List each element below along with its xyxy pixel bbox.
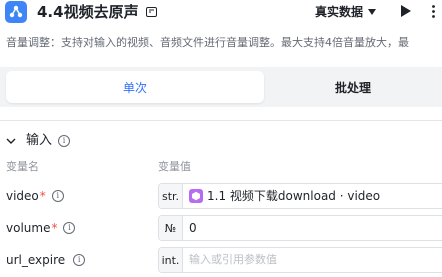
- input-section-header[interactable]: 输入 i: [6, 132, 71, 150]
- param-name-volume: volume: [6, 221, 51, 235]
- param-field-video[interactable]: str. 1.1 视频下载download · video: [158, 183, 442, 209]
- type-tag-number: №: [159, 216, 183, 240]
- param-name-video: video: [6, 189, 39, 203]
- more-icon[interactable]: [432, 5, 435, 18]
- column-header-name: 变量名: [6, 160, 39, 173]
- node-description: 音量调整：支持对输入的视频、音频文件进行音量调整。最大支持4倍音量放大，最: [6, 36, 409, 49]
- param-value-volume: 0: [189, 221, 197, 235]
- input-section-title: 输入: [26, 133, 53, 148]
- param-row-video: video * i str. 1.1 视频下载download · video: [0, 183, 442, 209]
- header: 4.4视频去原声 真实数据: [0, 0, 442, 30]
- type-tag-int: int.: [159, 248, 183, 272]
- info-icon[interactable]: i: [63, 222, 76, 234]
- workflow-icon: [5, 1, 27, 23]
- info-icon[interactable]: i: [58, 135, 71, 147]
- divider: [0, 120, 442, 121]
- required-mark: *: [51, 221, 58, 235]
- param-placeholder-url-expire: 输入或引用参数值: [189, 253, 277, 266]
- param-field-url-expire[interactable]: int. 输入或引用参数值: [158, 247, 442, 273]
- column-header-value: 变量值: [158, 160, 191, 173]
- param-field-volume[interactable]: № 0: [158, 215, 442, 241]
- param-row-url-expire: url_expire i int. 输入或引用参数值: [0, 247, 442, 273]
- required-mark: *: [39, 189, 46, 203]
- page-title: 4.4视频去原声: [37, 3, 139, 21]
- play-icon[interactable]: [401, 5, 411, 17]
- data-mode-select[interactable]: 真实数据: [315, 3, 363, 21]
- edit-icon[interactable]: [146, 7, 157, 17]
- info-icon[interactable]: i: [73, 254, 86, 266]
- node-reference-icon: [189, 189, 203, 203]
- tab-single[interactable]: 单次: [6, 71, 264, 103]
- caret-down-icon[interactable]: [368, 9, 376, 15]
- info-icon[interactable]: i: [51, 190, 64, 202]
- tab-batch[interactable]: 批处理: [264, 71, 442, 103]
- run-mode-tabs: 单次 批处理: [0, 67, 442, 107]
- type-tag-str: str.: [159, 184, 183, 208]
- chevron-down-icon[interactable]: [6, 137, 16, 145]
- param-row-volume: volume * i № 0: [0, 215, 442, 241]
- param-value-video: 1.1 视频下载download · video: [207, 189, 381, 203]
- param-name-url-expire: url_expire: [6, 253, 66, 267]
